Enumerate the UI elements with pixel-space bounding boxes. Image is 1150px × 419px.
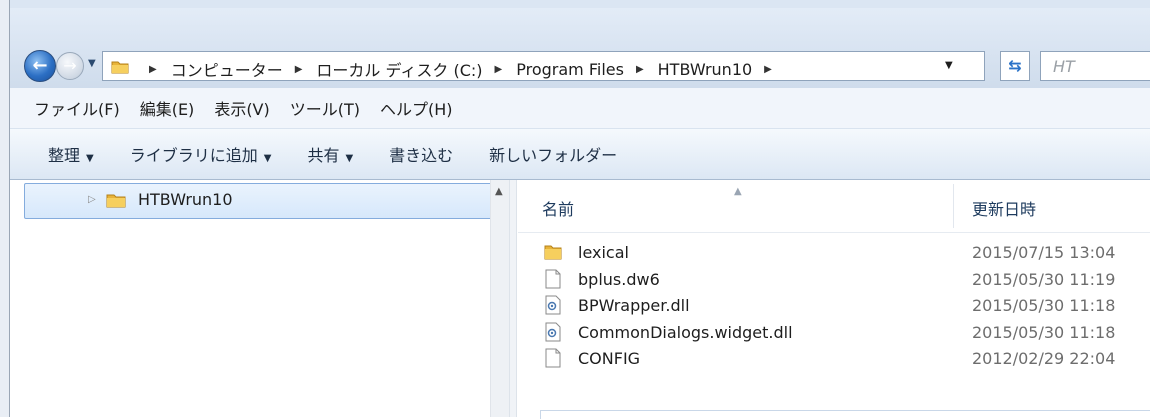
add-to-library-button[interactable]: ライブラリに追加 ▼: [130, 142, 272, 166]
menu-help[interactable]: ヘルプ(H): [370, 96, 463, 120]
file-icon: [545, 348, 561, 368]
column-header-modified[interactable]: 更新日時: [972, 196, 1036, 220]
command-bar: 整理 ▼ ライブラリに追加 ▼ 共有 ▼ 書き込む 新しいフォルダー: [10, 129, 1150, 180]
file-list: ▲ 名前 更新日時 lexical 2015/07/15 13:04 bplus…: [518, 180, 1150, 419]
expand-arrow-icon[interactable]: ▷: [88, 194, 96, 205]
column-header-name[interactable]: 名前: [542, 196, 574, 220]
menu-tools[interactable]: ツール(T): [280, 96, 370, 120]
file-name: CONFIG: [578, 349, 641, 369]
refresh-icon: ⇆: [1008, 56, 1022, 75]
file-row-partial[interactable]: [540, 410, 1150, 419]
window-frame-left: [0, 0, 10, 417]
organize-label: 整理: [48, 146, 81, 165]
folder-icon: [111, 61, 129, 74]
breadcrumb-program-files[interactable]: Program Files: [516, 60, 624, 79]
file-name: lexical: [578, 243, 629, 262]
address-bar[interactable]: ▶ コンピューター ▶ ローカル ディスク (C:) ▶ Program Fil…: [102, 51, 985, 81]
file-row[interactable]: CommonDialogs.widget.dll 2015/05/30 11:1…: [518, 319, 1150, 346]
file-date: 2015/05/30 11:18: [972, 296, 1116, 316]
address-bar-row: ← → ▼ ▶ コンピューター ▶ ローカル ディスク (C:) ▶ Progr…: [10, 8, 1150, 89]
file-row[interactable]: CONFIG 2012/02/29 22:04: [518, 345, 1150, 372]
chevron-down-icon: ▼: [263, 153, 272, 164]
search-input[interactable]: HT: [1040, 51, 1150, 81]
file-date: 2012/02/29 22:04: [972, 349, 1116, 369]
chevron-right-icon[interactable]: ▶: [764, 64, 772, 75]
breadcrumb: ▶ コンピューター ▶ ローカル ディスク (C:) ▶ Program Fil…: [137, 57, 786, 81]
column-divider[interactable]: [953, 184, 954, 228]
file-row[interactable]: lexical 2015/07/15 13:04: [518, 239, 1150, 266]
file-icon: [545, 269, 561, 289]
chevron-right-icon[interactable]: ▶: [149, 64, 157, 75]
file-name: BPWrapper.dll: [578, 296, 690, 316]
file-row[interactable]: BPWrapper.dll 2015/05/30 11:18: [518, 292, 1150, 319]
forward-button[interactable]: →: [56, 52, 84, 80]
file-name: CommonDialogs.widget.dll: [578, 322, 793, 342]
chevron-right-icon[interactable]: ▶: [495, 64, 503, 75]
scroll-up-arrow-icon[interactable]: ▲: [495, 186, 503, 197]
menu-bar: ファイル(F) 編集(E) 表示(V) ツール(T) ヘルプ(H): [10, 88, 1150, 129]
search-placeholder: HT: [1053, 57, 1075, 76]
chevron-right-icon[interactable]: ▶: [636, 64, 644, 75]
burn-button[interactable]: 書き込む: [389, 142, 453, 166]
folder-icon: [106, 194, 126, 208]
menu-view[interactable]: 表示(V): [204, 96, 279, 120]
navigation-pane: ▷ HTBWrun10 ▲: [10, 180, 509, 417]
breadcrumb-computer[interactable]: コンピューター: [171, 57, 283, 81]
add-to-library-label: ライブラリに追加: [129, 146, 258, 165]
chevron-right-icon[interactable]: ▶: [295, 64, 303, 75]
file-date: 2015/07/15 13:04: [972, 243, 1116, 262]
dll-icon: [545, 295, 561, 315]
sort-ascending-icon: ▲: [734, 186, 742, 197]
new-folder-button[interactable]: 新しいフォルダー: [489, 142, 617, 166]
file-row[interactable]: bplus.dw6 2015/05/30 11:19: [518, 266, 1150, 293]
menu-edit[interactable]: 編集(E): [130, 96, 205, 120]
nav-pane-scrollbar[interactable]: ▲: [490, 180, 509, 417]
share-button[interactable]: 共有 ▼: [307, 142, 353, 166]
pane-splitter[interactable]: [509, 180, 517, 417]
breadcrumb-htbwrun10[interactable]: HTBWrun10: [658, 60, 753, 79]
nav-item-label: HTBWrun10: [138, 190, 233, 209]
back-button[interactable]: ←: [24, 50, 56, 82]
chevron-down-icon: ▼: [86, 153, 94, 164]
column-headers: ▲ 名前 更新日時: [518, 180, 1150, 233]
file-date: 2015/05/30 11:19: [972, 269, 1116, 289]
share-label: 共有: [307, 146, 340, 165]
refresh-button[interactable]: ⇆: [1000, 51, 1030, 81]
file-name: bplus.dw6: [578, 269, 660, 289]
chevron-down-icon: ▼: [345, 153, 354, 164]
menu-file[interactable]: ファイル(F): [10, 96, 130, 120]
dll-icon: [545, 322, 561, 342]
organize-button[interactable]: 整理 ▼: [48, 142, 94, 166]
file-date: 2015/05/30 11:18: [972, 322, 1116, 342]
address-history-dropdown[interactable]: ▼: [945, 60, 953, 71]
folder-icon: [544, 245, 562, 260]
breadcrumb-local-disk[interactable]: ローカル ディスク (C:): [316, 57, 482, 81]
file-rows: lexical 2015/07/15 13:04 bplus.dw6 2015/…: [518, 239, 1150, 372]
recent-pages-dropdown[interactable]: ▼: [88, 58, 96, 69]
window-frame-top: [0, 0, 1150, 8]
